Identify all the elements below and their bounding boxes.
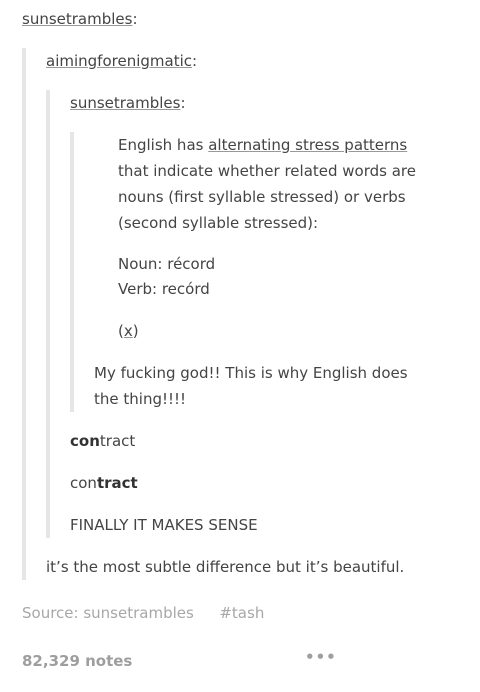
level1-username-line: aimingforenigmatic: <box>46 48 197 74</box>
reply2-text: it’s the most subtle difference but it’s… <box>46 558 405 576</box>
colon: : <box>180 94 186 112</box>
source-x-line: (x) <box>118 318 139 344</box>
quote-bar-level1 <box>22 48 26 580</box>
top-username-line: sunsetrambles: <box>22 6 138 32</box>
unstressed-syllable: con <box>70 474 97 492</box>
stress-patterns-link[interactable]: alternating stress patterns <box>208 136 407 154</box>
notes-count[interactable]: 82,329 notes <box>22 648 132 674</box>
reply1-text: My fucking god!! This is why English doe… <box>94 364 408 408</box>
contract-noun-line: contract <box>70 428 135 454</box>
colon: : <box>192 52 198 70</box>
quote-bar-level3 <box>70 132 74 412</box>
quote-bar-level2 <box>46 90 50 538</box>
colon: : <box>132 10 138 28</box>
original-post-text: English has alternating stress patterns … <box>118 132 438 236</box>
contract-verb-line: contract <box>70 470 138 496</box>
finally-text: FINALLY IT MAKES SENSE <box>70 516 258 534</box>
level1-username-link[interactable]: aimingforenigmatic <box>46 52 192 70</box>
source-link[interactable]: Source: sunsetrambles <box>22 604 194 622</box>
stressed-syllable: tract <box>96 474 138 492</box>
noun-line: Noun: récord <box>118 255 216 273</box>
more-options-icon[interactable]: ••• <box>305 644 337 670</box>
stressed-syllable: con <box>70 432 100 450</box>
tag-link[interactable]: #tash <box>219 604 264 622</box>
level2-username-link[interactable]: sunsetrambles <box>70 94 180 112</box>
top-username-link[interactable]: sunsetrambles <box>22 10 132 28</box>
text-segment: that indicate whether related words are … <box>118 162 417 232</box>
source-line: Source: sunsetrambles #tash <box>22 600 264 626</box>
source-x-link[interactable]: x <box>124 322 133 340</box>
level2-username-line: sunsetrambles: <box>70 90 186 116</box>
verb-line: Verb: recórd <box>118 280 210 298</box>
paren: ) <box>132 322 139 340</box>
text-segment: English has <box>118 136 209 154</box>
unstressed-syllable: tract <box>99 432 136 450</box>
